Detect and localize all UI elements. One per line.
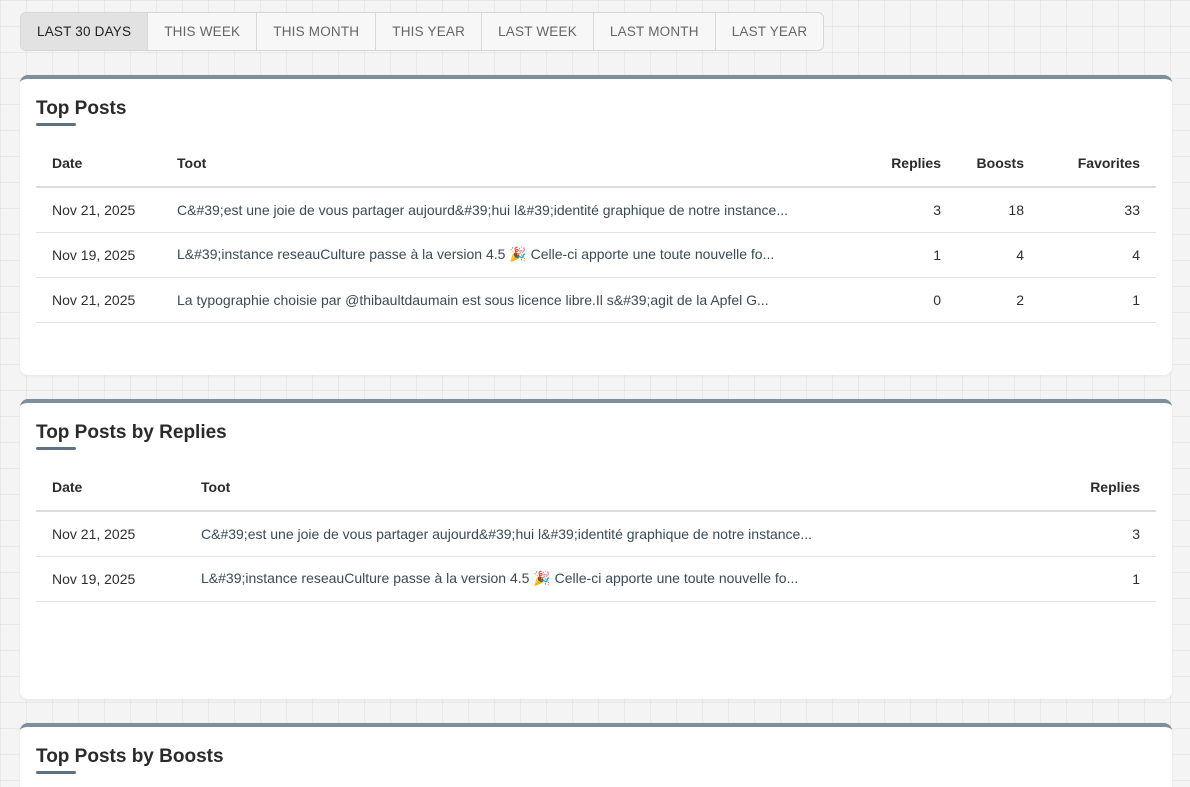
post-toot-link[interactable]: C&#39;est une joie de vous partager aujo… [185, 511, 1046, 557]
post-favorites: 1 [1040, 277, 1156, 323]
card-title: Top Posts by Boosts [36, 746, 224, 767]
date-range-tabs: LAST 30 DAYS THIS WEEK THIS MONTH THIS Y… [20, 12, 825, 51]
tab-this-week[interactable]: THIS WEEK [148, 13, 258, 50]
post-boosts: 4 [957, 232, 1040, 278]
post-date: Nov 21, 2025 [36, 277, 161, 323]
column-header-date: Date [36, 464, 185, 512]
post-toot-link[interactable]: L&#39;instance reseauCulture passe à la … [185, 556, 1046, 602]
table-row: Nov 21, 2025 La typographie choisie par … [36, 277, 1156, 323]
post-replies: 1 [1046, 556, 1156, 602]
column-header-replies: Replies [855, 140, 957, 188]
tab-this-month[interactable]: THIS MONTH [257, 13, 377, 50]
post-replies: 3 [855, 187, 957, 233]
table-row: Nov 21, 2025 C&#39;est une joie de vous … [36, 187, 1156, 233]
column-header-boosts: Boosts [957, 140, 1040, 188]
post-toot-link[interactable]: C&#39;est une joie de vous partager aujo… [161, 187, 855, 233]
top-posts-table: Date Toot Replies Boosts Favorites Nov 2… [36, 140, 1156, 323]
table-row: Nov 19, 2025 L&#39;instance reseauCultur… [36, 556, 1156, 602]
table-header-row: Date Toot Replies Boosts Favorites [36, 140, 1156, 188]
tab-last-month[interactable]: LAST MONTH [594, 13, 716, 50]
card-title: Top Posts [36, 98, 127, 119]
post-favorites: 4 [1040, 232, 1156, 278]
post-replies: 0 [855, 277, 957, 323]
post-toot-link[interactable]: La typographie choisie par @thibaultdaum… [161, 277, 855, 323]
title-underline [36, 447, 76, 450]
post-date: Nov 19, 2025 [36, 556, 185, 602]
column-header-toot: Toot [185, 464, 1046, 512]
tab-last-year[interactable]: LAST YEAR [716, 13, 824, 50]
tab-this-year[interactable]: THIS YEAR [376, 13, 483, 50]
post-boosts: 2 [957, 277, 1040, 323]
post-replies: 3 [1046, 511, 1156, 557]
table-row: Nov 19, 2025 L&#39;instance reseauCultur… [36, 232, 1156, 278]
column-header-favorites: Favorites [1040, 140, 1156, 188]
post-date: Nov 21, 2025 [36, 187, 161, 233]
top-posts-by-boosts-card: Top Posts by Boosts [20, 723, 1172, 787]
top-posts-card: Top Posts Date Toot Replies Boosts Favor… [20, 75, 1172, 375]
table-header-row: Date Toot Replies [36, 464, 1156, 512]
column-header-date: Date [36, 140, 161, 188]
post-boosts: 18 [957, 187, 1040, 233]
top-posts-by-replies-table: Date Toot Replies Nov 21, 2025 C&#39;est… [36, 464, 1156, 602]
title-underline [36, 123, 76, 126]
card-title: Top Posts by Replies [36, 422, 227, 443]
post-date: Nov 19, 2025 [36, 232, 161, 278]
post-favorites: 33 [1040, 187, 1156, 233]
column-header-toot: Toot [161, 140, 855, 188]
top-posts-by-replies-card: Top Posts by Replies Date Toot Replies N… [20, 399, 1172, 699]
post-toot-link[interactable]: L&#39;instance reseauCulture passe à la … [161, 232, 855, 278]
tab-last-30-days[interactable]: LAST 30 DAYS [21, 13, 149, 50]
post-replies: 1 [855, 232, 957, 278]
column-header-replies: Replies [1046, 464, 1156, 512]
tab-last-week[interactable]: LAST WEEK [482, 13, 594, 50]
table-row: Nov 21, 2025 C&#39;est une joie de vous … [36, 511, 1156, 557]
post-date: Nov 21, 2025 [36, 511, 185, 557]
title-underline [36, 771, 76, 774]
